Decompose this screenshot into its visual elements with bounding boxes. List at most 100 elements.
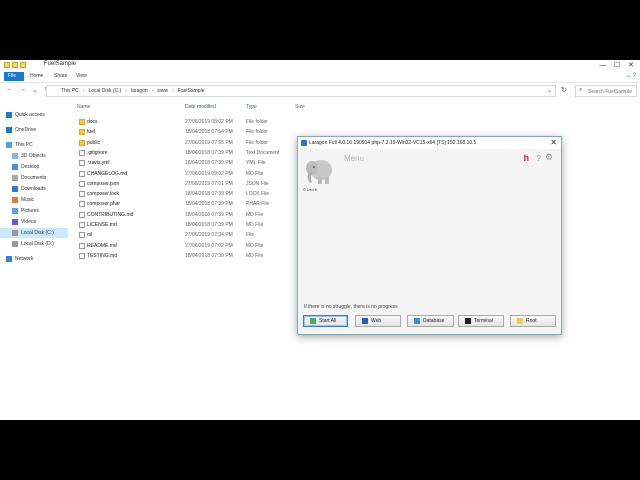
file-date: 27/06/2019 07:01 PM: [185, 180, 233, 187]
music-icon: [12, 197, 18, 203]
tab-share[interactable]: Share: [50, 72, 71, 81]
file-row[interactable]: README.md 27/06/2019 07:02 PM MD File: [77, 241, 317, 251]
file-row[interactable]: composer.json 27/06/2019 07:01 PM JSON Fil…: [77, 179, 317, 189]
file-row[interactable]: fuel 18/04/2018 07:54 PM File folder: [77, 127, 317, 137]
help-icon[interactable]: ?: [537, 154, 541, 163]
file-row[interactable]: TESTING.md 18/04/2018 07:39 PM MD File: [77, 251, 317, 261]
nav-item-label: Desktop: [21, 164, 40, 170]
breadcrumb-fuelsample[interactable]: FuelSample: [178, 88, 205, 94]
breadcrumb-separator-icon: ›: [125, 88, 127, 94]
desktop-icon: [12, 164, 18, 170]
recent-chevron-icon[interactable]: ⌄: [32, 86, 38, 94]
quick-access-toolbar: [4, 62, 26, 68]
file-type: MD File: [246, 222, 264, 228]
nav-item-music[interactable]: Music: [0, 195, 68, 205]
file-date: 18/04/2018 07:39 PM: [185, 252, 233, 259]
nav-item-local-disk-d[interactable]: Local Disk (D:): [0, 239, 68, 249]
web-button[interactable]: Web: [355, 315, 401, 327]
nav-item-label: This PC: [15, 142, 33, 148]
chevron-down-icon[interactable]: ⌄: [547, 87, 552, 94]
new-folder-icon[interactable]: [20, 62, 26, 68]
column-header-date[interactable]: Date modified: [185, 104, 216, 110]
folder-icon[interactable]: [4, 62, 10, 68]
column-header-type[interactable]: Type: [246, 104, 257, 110]
gear-icon[interactable]: ⚙: [545, 152, 553, 163]
tab-view[interactable]: View: [72, 72, 91, 81]
file-type: File: [246, 232, 255, 239]
search-input[interactable]: ⌕ Search FuelSample: [575, 85, 637, 97]
database-label: Database: [423, 318, 445, 324]
file-date: 18/04/2018 07:54 PM: [185, 129, 233, 136]
videos-icon: [12, 219, 18, 225]
start-all-button[interactable]: Start All: [303, 315, 348, 327]
tab-home[interactable]: Home: [26, 72, 47, 81]
breadcrumb-www[interactable]: www: [157, 88, 168, 94]
download-icon: [12, 186, 18, 192]
navigation-pane: Quick access OneDrive This PC 3D Objects Des…: [0, 100, 70, 420]
nav-item-label: OneDrive: [15, 127, 37, 133]
file-type: File folder: [246, 139, 268, 146]
nav-item-local-disk-c[interactable]: Local Disk (C:): [0, 228, 68, 238]
tab-file[interactable]: File: [4, 72, 24, 81]
breadcrumb-separator-icon: ›: [172, 88, 174, 94]
nav-item-videos[interactable]: Videos: [0, 217, 68, 227]
h-brand-icon[interactable]: h: [524, 153, 530, 163]
file-row[interactable]: public 27/06/2019 07:55 PM File folder: [77, 138, 317, 148]
nav-item-onedrive[interactable]: OneDrive: [0, 125, 68, 135]
help-icon[interactable]: ⌄ ?: [626, 72, 636, 79]
file-row[interactable]: composer.lock 18/04/2018 07:39 PM LOCK Fil…: [77, 189, 317, 199]
file-row[interactable]: docs 27/06/2019 08:02 PM File folder: [77, 117, 317, 127]
close-icon[interactable]: ✕: [550, 138, 557, 147]
refresh-icon[interactable]: ↻: [561, 86, 567, 94]
menu-button[interactable]: Menu: [344, 154, 364, 163]
maximize-button[interactable]: ☐: [610, 60, 624, 71]
nav-item-quick-access[interactable]: Quick access: [0, 110, 68, 120]
file-row[interactable]: CONTRIBUTING.md 18/04/2018 07:39 PM MD Fil…: [77, 210, 317, 220]
file-type: Text Document: [246, 149, 280, 156]
folder-icon: [79, 119, 85, 125]
file-name: public: [87, 139, 101, 146]
forward-icon[interactable]: →: [19, 86, 26, 94]
file-row[interactable]: LICENSE.md 18/04/2018 07:39 PM MD File: [77, 220, 317, 230]
address-bar[interactable]: This PC › Local Disk (C:) › laragon › ww…: [46, 85, 556, 97]
file-row[interactable]: oil 27/06/2019 07:34 PM File: [77, 230, 317, 240]
nav-item-downloads[interactable]: Downloads: [0, 184, 68, 194]
laragon-title: Laragon Full 4.0.16 190914 php-7.2.19-Wi…: [309, 140, 477, 146]
file-row[interactable]: CHANGELOG.md 27/06/2019 09:02 PM MD File: [77, 169, 317, 179]
file-row[interactable]: .gitignore 18/04/2018 07:39 PM Text Docume…: [77, 148, 317, 158]
breadcrumb-laragon[interactable]: laragon: [131, 88, 148, 94]
properties-icon[interactable]: [12, 62, 18, 68]
nav-item-label: Local Disk (D:): [21, 241, 54, 247]
nav-item-pictures[interactable]: Pictures: [0, 206, 68, 216]
terminal-button[interactable]: Terminal: [458, 315, 504, 327]
file-type: MD File: [246, 170, 264, 177]
window-title: FuelSample: [44, 61, 77, 67]
file-row[interactable]: composer.phar 18/04/2018 07:39 PM PHAR Fil…: [77, 199, 317, 209]
column-header-size[interactable]: Size: [295, 104, 305, 110]
file-icon: [79, 149, 85, 156]
nav-item-3d-objects[interactable]: 3D Objects: [0, 151, 68, 161]
breadcrumb-local-disk[interactable]: Local Disk (C:): [88, 88, 121, 94]
explorer-title-bar: FuelSample — ☐ ✕: [0, 60, 640, 71]
file-icon: [79, 191, 85, 198]
minimize-button[interactable]: —: [596, 60, 610, 71]
nav-item-network[interactable]: Network: [0, 254, 68, 264]
close-button[interactable]: ✕: [624, 60, 638, 71]
nav-item-documents[interactable]: Documents: [0, 173, 68, 183]
file-type: MD File: [246, 242, 264, 249]
nav-item-desktop[interactable]: Desktop: [0, 162, 68, 172]
search-icon: ⌕: [579, 87, 583, 93]
window-controls: — ☐ ✕: [596, 60, 638, 71]
file-type: YML File: [246, 160, 266, 167]
file-name: fuel: [87, 129, 96, 136]
column-header-name[interactable]: Name: [77, 104, 90, 110]
file-row[interactable]: .travis.yml 18/04/2018 07:39 PM YML File: [77, 158, 317, 168]
root-button[interactable]: Root: [510, 315, 556, 327]
back-icon[interactable]: ←: [6, 86, 13, 94]
database-button[interactable]: Database: [407, 315, 454, 327]
nav-item-this-pc[interactable]: This PC: [0, 140, 68, 150]
ribbon-tabs: File Home Share View ⌄ ?: [0, 71, 640, 83]
file-name: LICENSE.md: [87, 222, 117, 228]
breadcrumb-this-pc[interactable]: This PC: [61, 88, 79, 94]
file-type: PHAR File: [246, 201, 270, 208]
